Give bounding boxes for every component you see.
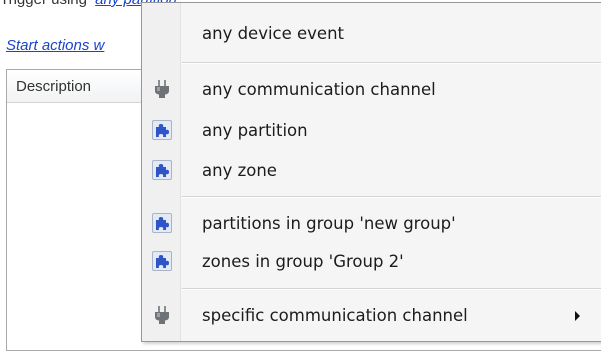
menu-item-label: any device event: [202, 24, 345, 43]
menu-item-zones-in-group[interactable]: zones in group 'Group 2': [144, 245, 601, 278]
puzzle-icon: [152, 160, 172, 180]
puzzle-icon: [152, 251, 172, 271]
menu-item-label: any partition: [202, 121, 308, 140]
puzzle-icon: [152, 213, 172, 233]
menu-item-any-device-event[interactable]: any device event: [144, 17, 601, 50]
menu-item-any-partition[interactable]: any partition: [144, 114, 601, 147]
menu-item-label: any zone: [202, 161, 277, 180]
plug-icon: [152, 79, 172, 99]
menu-item-label: partitions in group 'new group': [202, 214, 456, 233]
menu-item-specific-communication-channel[interactable]: specific communication channel: [144, 299, 601, 332]
menu-item-any-zone[interactable]: any zone: [144, 154, 601, 187]
menu-item-label: zones in group 'Group 2': [202, 252, 404, 271]
plug-icon: [152, 305, 172, 325]
column-header-description[interactable]: Description: [7, 70, 143, 102]
trigger-prefix: Trigger using: [0, 0, 87, 8]
puzzle-icon: [152, 120, 172, 140]
menu-separator: [182, 196, 601, 198]
menu-item-partitions-in-group[interactable]: partitions in group 'new group': [144, 207, 601, 240]
menu-separator: [182, 62, 601, 64]
menu-item-any-communication-channel[interactable]: any communication channel: [144, 73, 601, 106]
menu-separator: [182, 288, 601, 290]
menu-item-label: specific communication channel: [202, 306, 468, 325]
menu-item-label: any communication channel: [202, 80, 436, 99]
submenu-arrow-icon: [575, 311, 580, 321]
trigger-context-menu: any device event any communication chann…: [141, 2, 601, 342]
start-actions-link[interactable]: Start actions w: [6, 37, 104, 54]
